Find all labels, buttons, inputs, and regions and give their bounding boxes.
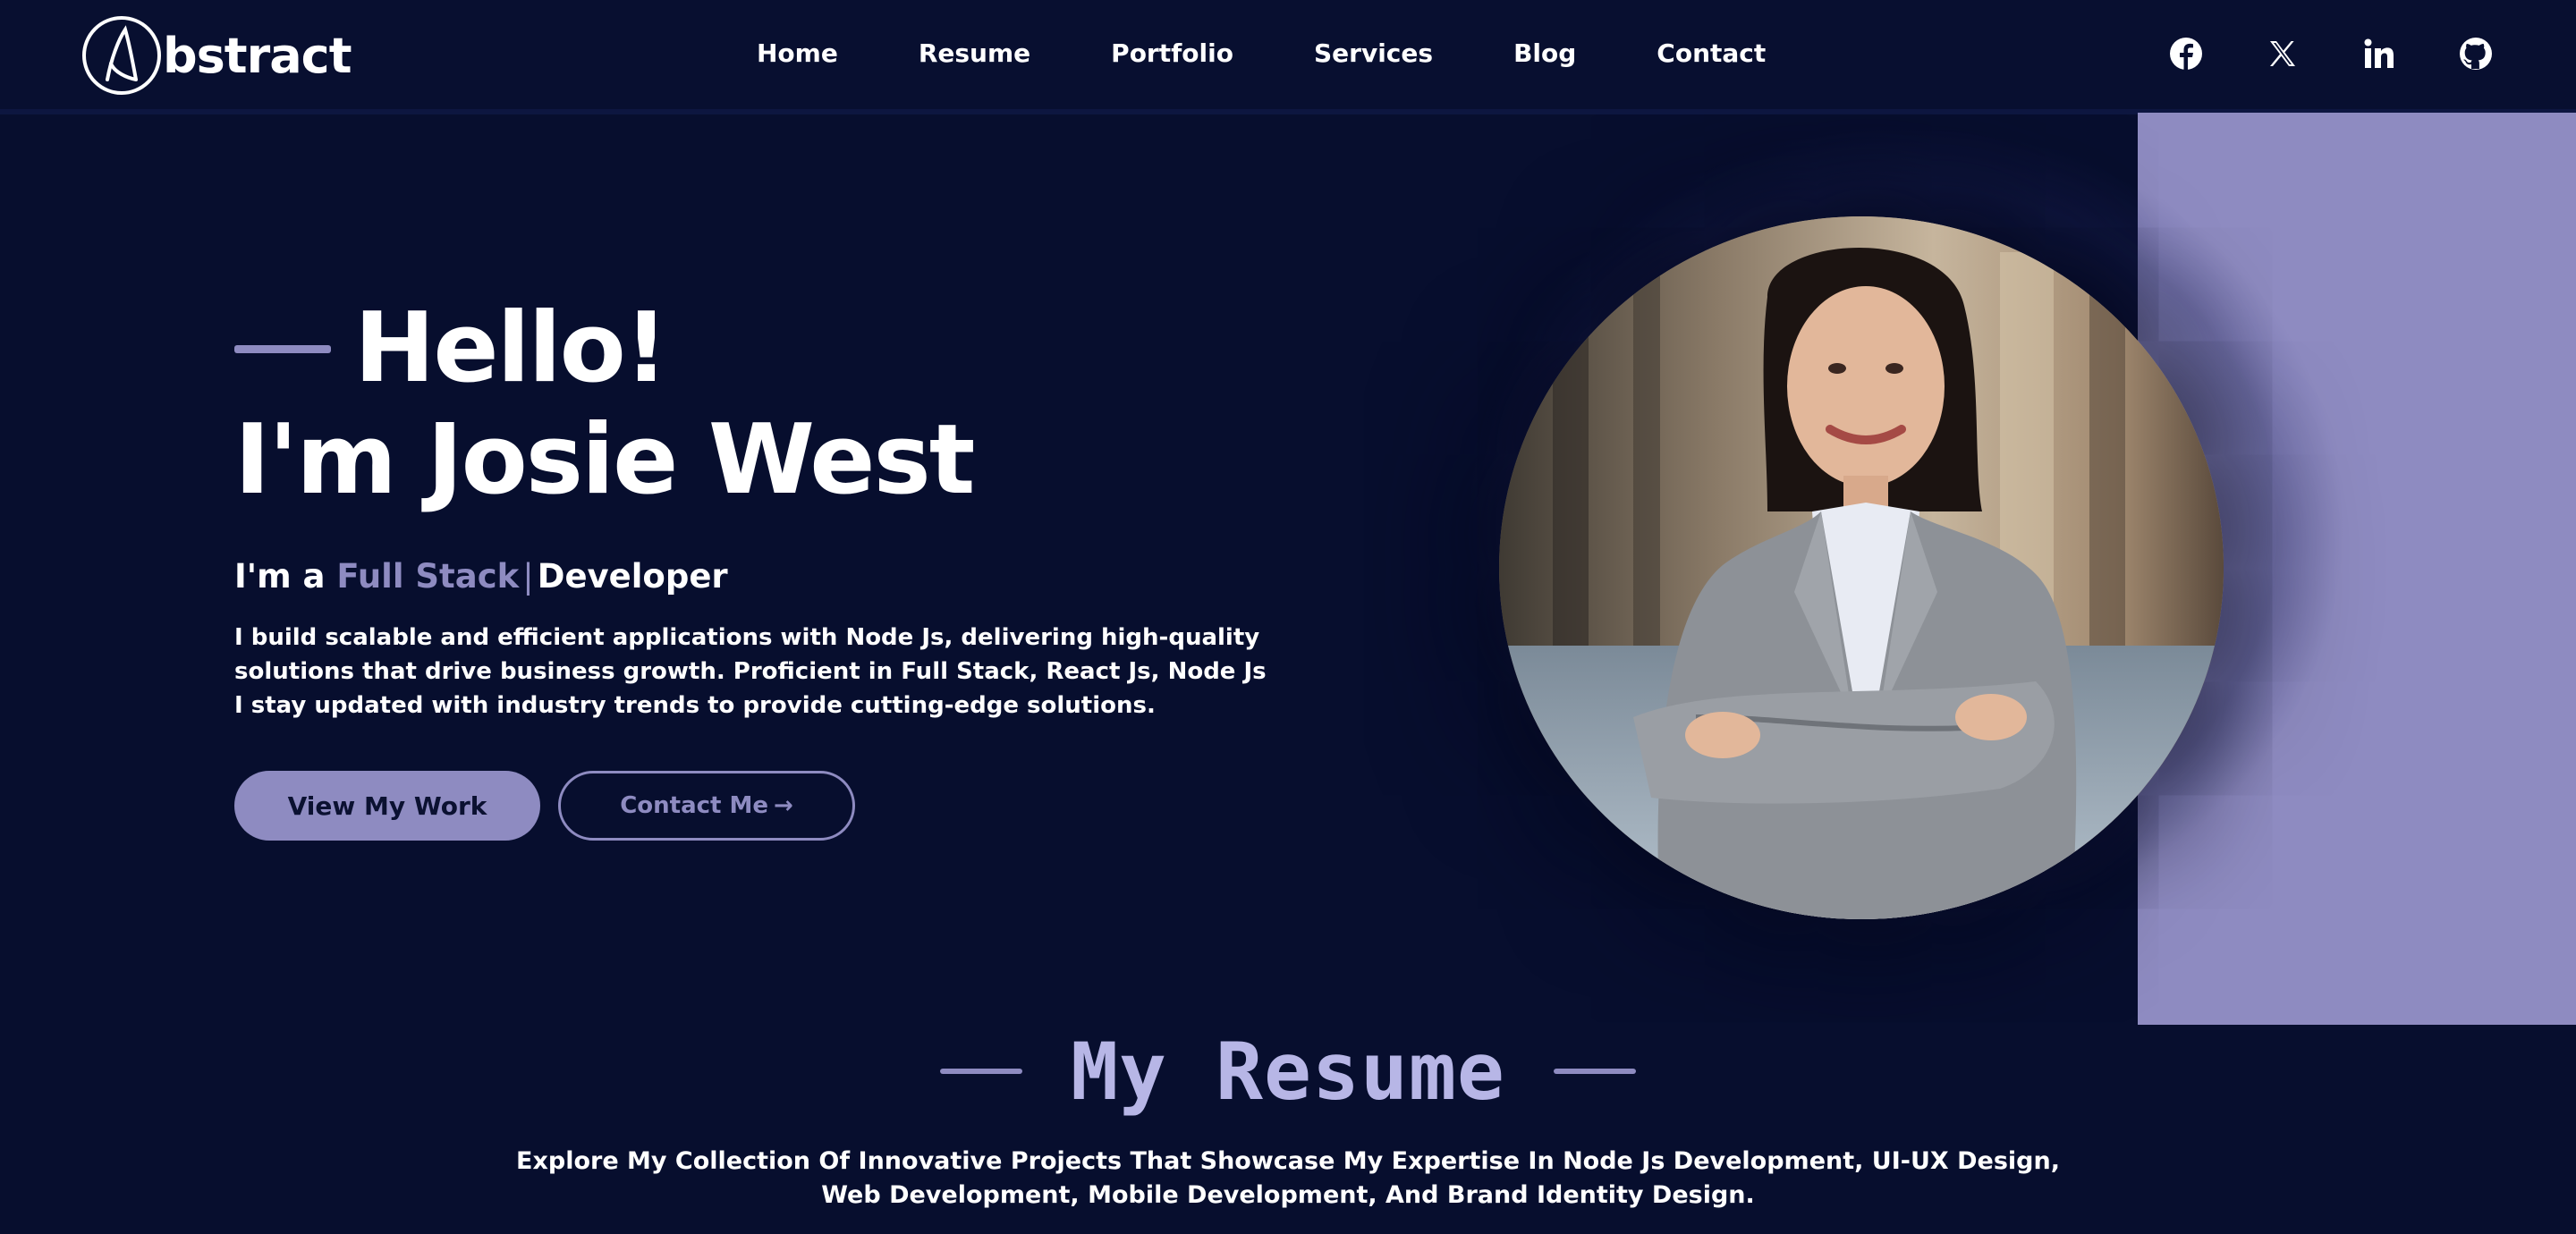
contact-me-button[interactable]: Contact Me → [558,771,855,841]
typing-cursor: | [522,557,534,596]
nav-item-services[interactable]: Services [1314,36,1433,72]
greeting-row: Hello! [234,295,1290,402]
facebook-icon[interactable] [2168,36,2204,72]
nav-item-home[interactable]: Home [757,36,838,72]
logo-a-glyph [106,25,138,81]
resume-title: My Resume [1071,1025,1505,1118]
page: bstract Home Resume Portfolio Services B… [0,0,2576,1234]
github-icon[interactable] [2458,36,2494,72]
nav-item-contact[interactable]: Contact [1657,36,1766,72]
brand-name: bstract [163,27,352,84]
social-links [2168,36,2494,72]
resume-heading-line-left [940,1069,1023,1074]
resume-heading: My Resume [0,1025,2576,1118]
hero-description: I build scalable and efficient applicati… [234,624,1267,719]
role-suffix: Developer [537,557,728,596]
contact-me-label: Contact Me [620,792,769,819]
role-prefix: I'm a [234,557,337,596]
linkedin-icon[interactable] [2361,36,2397,72]
nav-item-resume[interactable]: Resume [919,36,1030,72]
hero-name: I'm Josie West [234,404,975,516]
main-nav: Home Resume Portfolio Services Blog Cont… [757,36,1766,72]
arrow-right-icon: → [774,792,793,819]
profile-portrait-illustration [1499,216,2224,919]
hero-greeting: Hello! [354,292,668,404]
nav-item-blog[interactable]: Blog [1513,36,1576,72]
hero-intro: Hello! I'm Josie West I'm a Full Stack | D… [234,295,1290,841]
resume-description: Explore My Collection Of Innovative Proj… [516,1147,2060,1209]
logo-mark [82,16,161,95]
top-navbar: bstract Home Resume Portfolio Services B… [0,0,2576,114]
nav-item-portfolio[interactable]: Portfolio [1111,36,1233,72]
hero-buttons: View My Work Contact Me → [234,771,1290,841]
greeting-accent-line [234,344,331,353]
view-my-work-button[interactable]: View My Work [234,771,540,841]
x-twitter-icon[interactable] [2265,36,2301,72]
profile-photo [1499,216,2224,919]
brand-logo[interactable]: bstract [82,14,352,97]
role-accent: Full Stack [336,557,520,596]
resume-heading-line-right [1553,1069,1636,1074]
hero-role: I'm a Full Stack | Developer [234,554,1290,599]
